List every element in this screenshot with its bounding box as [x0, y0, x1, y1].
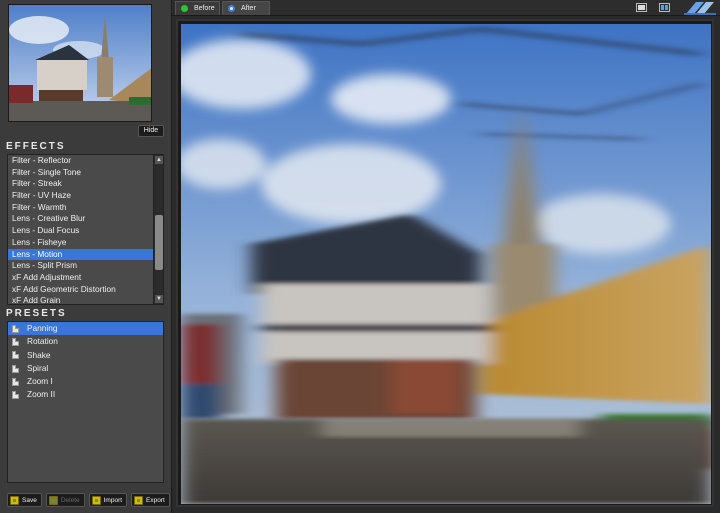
- preset-label: Rotation: [27, 336, 58, 347]
- effect-item[interactable]: Filter - Warmth: [8, 202, 154, 214]
- preset-item[interactable]: Spiral: [8, 362, 163, 375]
- preset-label: Zoom II: [27, 389, 56, 400]
- image-canvas-frame: [176, 19, 714, 507]
- preset-label: Shake: [27, 349, 51, 360]
- preset-actions-bar: Save Delete Import Export: [0, 487, 172, 513]
- document-icon: [12, 351, 19, 360]
- single-view-icon[interactable]: [636, 3, 647, 12]
- save-label: Save: [22, 496, 37, 504]
- split-view-icon[interactable]: [659, 3, 670, 12]
- import-icon: [91, 495, 101, 505]
- image-canvas[interactable]: [181, 24, 711, 504]
- effect-item[interactable]: xF Add Adjustment: [8, 272, 154, 284]
- preset-item[interactable]: Shake: [8, 349, 163, 362]
- preview-thumbnail: [8, 4, 152, 122]
- import-label: Import: [103, 496, 123, 504]
- export-button[interactable]: Export: [131, 493, 170, 507]
- preset-item[interactable]: Rotation: [8, 335, 163, 348]
- effect-item[interactable]: Filter - Streak: [8, 178, 154, 190]
- scrollbar-thumb[interactable]: [155, 215, 163, 270]
- export-label: Export: [146, 496, 165, 504]
- save-button[interactable]: Save: [7, 493, 42, 507]
- export-icon: [134, 495, 144, 505]
- document-icon: [12, 324, 19, 333]
- effect-item[interactable]: Lens - Fisheye: [8, 237, 154, 249]
- effect-item[interactable]: xF Add Geometric Distortion: [8, 284, 154, 296]
- effect-item-selected[interactable]: Lens - Motion: [8, 248, 154, 261]
- document-icon: [12, 391, 19, 400]
- effects-list: Filter - Reflector Filter - Single Tone …: [7, 154, 164, 305]
- tab-before-label: Before: [194, 5, 215, 12]
- view-toolbar: Before After: [172, 0, 720, 16]
- preset-item-selected[interactable]: Panning: [8, 322, 163, 336]
- before-indicator-icon: [181, 5, 188, 12]
- left-panel: Hide EFFECTS Filter - Reflector Filter -…: [0, 0, 172, 513]
- after-indicator-icon: [228, 5, 235, 12]
- effects-title: EFFECTS: [6, 141, 66, 152]
- delete-icon: [48, 495, 58, 505]
- scroll-down-icon[interactable]: ▼: [155, 295, 163, 303]
- preset-label: Panning: [27, 323, 58, 333]
- tab-before[interactable]: Before: [175, 1, 220, 15]
- effect-item[interactable]: Filter - UV Haze: [8, 190, 154, 202]
- document-icon: [12, 377, 19, 386]
- document-icon: [12, 364, 19, 373]
- effect-item[interactable]: xF Add Grain: [8, 295, 154, 304]
- delete-button[interactable]: Delete: [45, 493, 85, 507]
- effects-scrollbar[interactable]: ▲ ▼: [153, 155, 163, 304]
- preset-item[interactable]: Zoom II: [8, 388, 163, 401]
- effect-item[interactable]: Filter - Single Tone: [8, 167, 154, 179]
- tab-after-label: After: [241, 5, 256, 12]
- brand-logo: [682, 0, 718, 16]
- tab-after[interactable]: After: [222, 1, 270, 15]
- effect-item[interactable]: Lens - Creative Blur: [8, 213, 154, 225]
- effect-item[interactable]: Lens - Dual Focus: [8, 225, 154, 237]
- save-icon: [10, 495, 19, 505]
- preset-label: Spiral: [27, 362, 49, 373]
- effect-item[interactable]: Lens - Split Prism: [8, 260, 154, 272]
- effect-item[interactable]: Filter - Reflector: [8, 155, 154, 167]
- preset-item[interactable]: Zoom I: [8, 375, 163, 388]
- delete-label: Delete: [60, 496, 80, 504]
- preset-label: Zoom I: [27, 376, 53, 387]
- presets-title: PRESETS: [6, 308, 67, 319]
- import-button[interactable]: Import: [88, 493, 128, 507]
- hide-button[interactable]: Hide: [138, 125, 164, 137]
- scroll-up-icon[interactable]: ▲: [155, 156, 163, 164]
- document-icon: [12, 337, 19, 346]
- presets-list: Panning Rotation Shake Spiral Zoom I Zoo…: [7, 321, 164, 483]
